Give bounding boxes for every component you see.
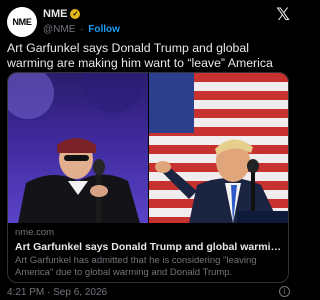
- card-domain[interactable]: nme.com: [15, 227, 283, 238]
- card-image[interactable]: [8, 73, 288, 223]
- follow-button[interactable]: Follow: [88, 24, 120, 35]
- link-card[interactable]: nme.com Art Garfunkel says Donald Trump …: [7, 72, 289, 283]
- verified-badge-icon: ✓: [70, 9, 81, 19]
- card-title[interactable]: Art Garfunkel says Donald Trump and glob…: [15, 241, 283, 253]
- x-logo-icon[interactable]: 𝕏: [276, 5, 290, 25]
- account-name[interactable]: NME: [43, 8, 67, 20]
- card-meta: nme.com Art Garfunkel says Donald Trump …: [15, 227, 283, 279]
- card-photo-right: [149, 73, 288, 223]
- tweet-footer: 4:21 PM · Sep 6, 2026 i: [7, 286, 290, 298]
- card-photo-left: [8, 73, 148, 223]
- account-handle-row: @NME · Follow: [43, 24, 120, 35]
- avatar[interactable]: NME: [7, 7, 37, 37]
- account-name-row: NME ✓: [43, 8, 81, 20]
- card-description: Art Garfunkel has admitted that he is co…: [15, 255, 257, 278]
- separator-dot: ·: [80, 24, 84, 35]
- info-icon[interactable]: i: [279, 286, 290, 297]
- account-handle[interactable]: @NME: [43, 24, 75, 35]
- tweet-header: NME NME ✓ @NME · Follow 𝕏: [7, 5, 290, 39]
- tweet-timestamp[interactable]: 4:21 PM · Sep 6, 2026: [7, 287, 107, 298]
- tweet-text: Art Garfunkel says Donald Trump and glob…: [7, 41, 273, 70]
